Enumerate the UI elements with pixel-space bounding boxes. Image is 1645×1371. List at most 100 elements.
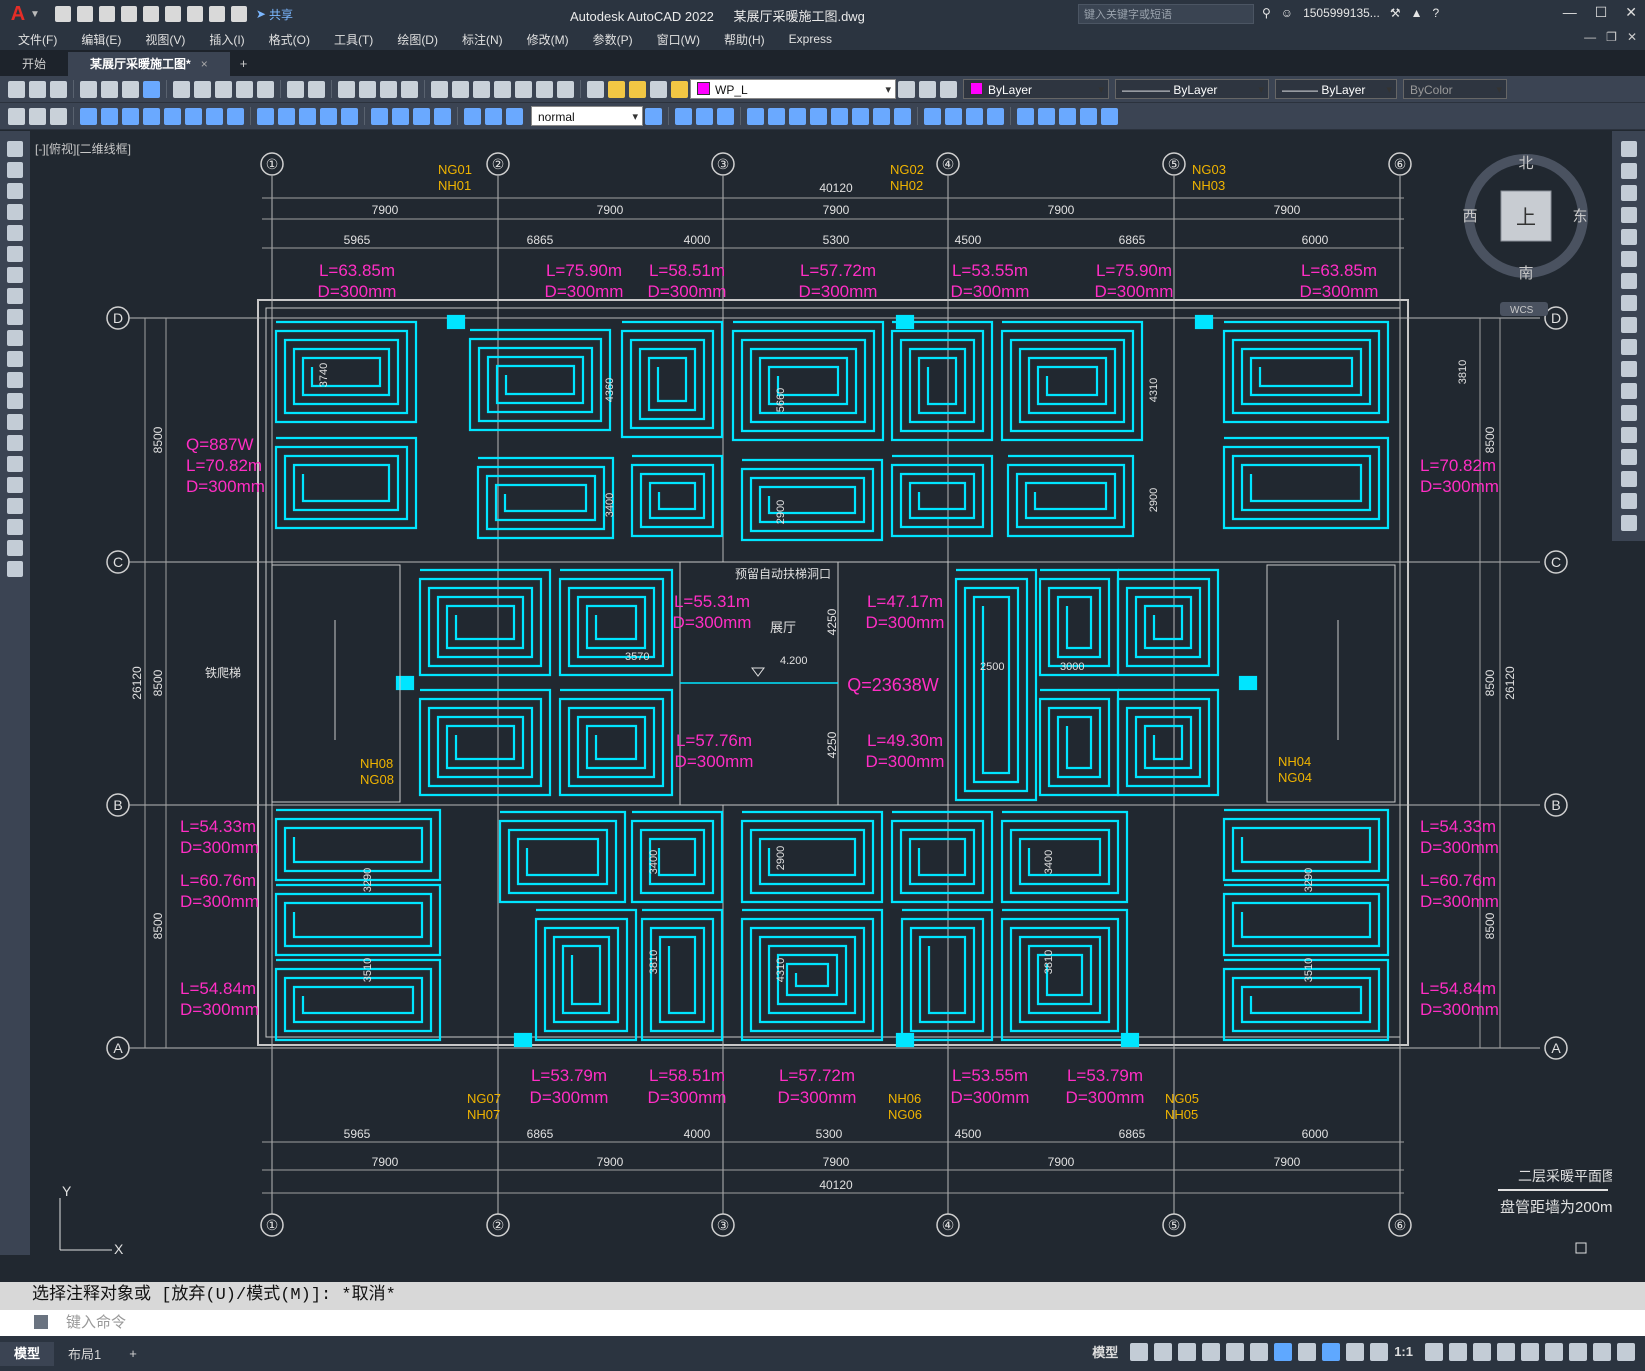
grid-icon[interactable] [1130, 1342, 1149, 1361]
modify-tool-icon[interactable] [1620, 141, 1637, 157]
draw-tool-icon[interactable] [7, 540, 23, 556]
auto-scale-icon[interactable] [1346, 1342, 1365, 1361]
lineweight-icon[interactable] [1298, 1342, 1317, 1361]
draw-tool-icon[interactable] [7, 204, 23, 220]
object-snap-icon[interactable] [1274, 1342, 1293, 1361]
menu-item[interactable]: 视图(V) [133, 31, 197, 48]
help-icon[interactable] [557, 80, 574, 98]
draw-tool-icon[interactable] [7, 519, 23, 535]
center-mark-icon[interactable] [392, 107, 409, 125]
layer-on-icon[interactable] [608, 80, 625, 98]
help-search-input[interactable]: 键入关键字或短语 [1078, 4, 1254, 24]
tool-icon[interactable] [29, 107, 46, 125]
minimize-icon[interactable]: — [1563, 4, 1577, 21]
modify-icon[interactable] [747, 107, 764, 125]
make-current-icon[interactable] [898, 80, 915, 98]
modify-icon[interactable] [852, 107, 869, 125]
redo-icon[interactable] [308, 80, 325, 98]
draw-tool-icon[interactable] [7, 435, 23, 451]
tool-icon[interactable] [8, 107, 25, 125]
modify-tool-icon[interactable] [1620, 471, 1637, 487]
modify-tool-icon[interactable] [1620, 207, 1637, 223]
modify-icon[interactable] [717, 107, 734, 125]
draw-tool-icon[interactable] [7, 246, 23, 262]
tab-model[interactable]: 模型 [0, 1341, 55, 1366]
text-style-dropdown[interactable]: normal [531, 106, 643, 127]
lineweight-dropdown[interactable]: ——— ByLayer [1275, 79, 1397, 100]
modify-tool-icon[interactable] [1620, 317, 1637, 333]
viewcube-north[interactable]: 北 [1518, 155, 1533, 172]
cart-icon[interactable]: ⚒ [1390, 6, 1401, 20]
plot-icon[interactable] [80, 80, 97, 98]
polar-icon[interactable] [1202, 1342, 1221, 1361]
baseline-dim-icon[interactable] [278, 107, 295, 125]
modify-tool-icon[interactable] [1620, 163, 1637, 179]
design-center-icon[interactable] [452, 80, 469, 98]
quick-properties-icon[interactable] [1497, 1342, 1515, 1361]
draw-tool-icon[interactable] [7, 309, 23, 325]
modify-tool-icon[interactable] [1620, 295, 1637, 311]
tolerance-icon[interactable] [371, 107, 388, 125]
sheet-set-icon[interactable] [494, 80, 511, 98]
preview-icon[interactable] [101, 80, 118, 98]
diameter-dim-icon[interactable] [206, 107, 223, 125]
modify-icon[interactable] [966, 107, 983, 125]
linear-dim-icon[interactable] [80, 107, 97, 125]
tool-icon[interactable] [50, 107, 67, 125]
menu-item[interactable]: 绘图(D) [385, 31, 450, 48]
draw-tool-icon[interactable] [7, 267, 23, 283]
autodesk-app-icon[interactable]: ▲ [1411, 6, 1423, 20]
clean-screen-icon[interactable] [1593, 1342, 1611, 1361]
publish-icon[interactable] [122, 80, 139, 98]
modify-icon[interactable] [1038, 107, 1055, 125]
modify-icon[interactable] [1017, 107, 1034, 125]
modify-tool-icon[interactable] [1620, 427, 1637, 443]
dim-break-icon[interactable] [341, 107, 358, 125]
menu-item[interactable]: 窗口(W) [645, 31, 712, 48]
new-icon[interactable] [8, 80, 25, 98]
arc-length-icon[interactable] [122, 107, 139, 125]
modify-tool-icon[interactable] [1620, 383, 1637, 399]
menu-item[interactable]: 标注(N) [450, 31, 515, 48]
modify-icon[interactable] [894, 107, 911, 125]
undo-icon[interactable] [287, 80, 304, 98]
new-file-icon[interactable] [54, 6, 71, 22]
save-as-icon[interactable] [120, 6, 137, 22]
layer-states-icon[interactable] [940, 80, 957, 98]
modify-icon[interactable] [768, 107, 785, 125]
print-icon[interactable] [186, 6, 203, 22]
viewcube-south[interactable]: 南 [1518, 265, 1533, 282]
quick-calc-icon[interactable] [536, 80, 553, 98]
doc-close-icon[interactable]: ✕ [1627, 30, 1637, 44]
lock-ui-icon[interactable] [1521, 1342, 1539, 1361]
annotation-scale-icon[interactable] [1370, 1342, 1389, 1361]
modify-tool-icon[interactable] [1620, 405, 1637, 421]
modify-icon[interactable] [789, 107, 806, 125]
zoom-realtime-icon[interactable] [359, 80, 376, 98]
help-icon[interactable]: ? [1432, 6, 1439, 20]
modify-tool-icon[interactable] [1620, 515, 1637, 531]
menu-item[interactable]: 格式(O) [257, 31, 322, 48]
maximize-icon[interactable]: ☐ [1595, 4, 1608, 21]
cut-icon[interactable] [173, 80, 190, 98]
modify-icon[interactable] [810, 107, 827, 125]
app-menu-chevron-icon[interactable]: ▼ [30, 9, 40, 20]
draw-tool-icon[interactable] [7, 561, 23, 577]
menu-item[interactable]: 参数(P) [581, 31, 645, 48]
open-file-icon[interactable] [76, 6, 93, 22]
doc-restore-icon[interactable]: ❐ [1606, 30, 1617, 44]
undo-icon[interactable] [208, 6, 225, 22]
ordinate-dim-icon[interactable] [143, 107, 160, 125]
linetype-dropdown[interactable]: ———— ByLayer [1115, 79, 1269, 100]
dim-update-icon[interactable] [506, 107, 523, 125]
layer-dropdown[interactable]: WP_L [690, 79, 896, 100]
draw-tool-icon[interactable] [7, 225, 23, 241]
draw-tool-icon[interactable] [7, 477, 23, 493]
save-icon[interactable] [50, 80, 67, 98]
customization-icon[interactable] [1617, 1342, 1635, 1361]
modify-icon[interactable] [675, 107, 692, 125]
snap-icon[interactable] [1154, 1342, 1173, 1361]
jogged-dim-icon[interactable] [185, 107, 202, 125]
annotation-monitor-icon[interactable] [1449, 1342, 1467, 1361]
web-open-icon[interactable] [142, 6, 159, 22]
